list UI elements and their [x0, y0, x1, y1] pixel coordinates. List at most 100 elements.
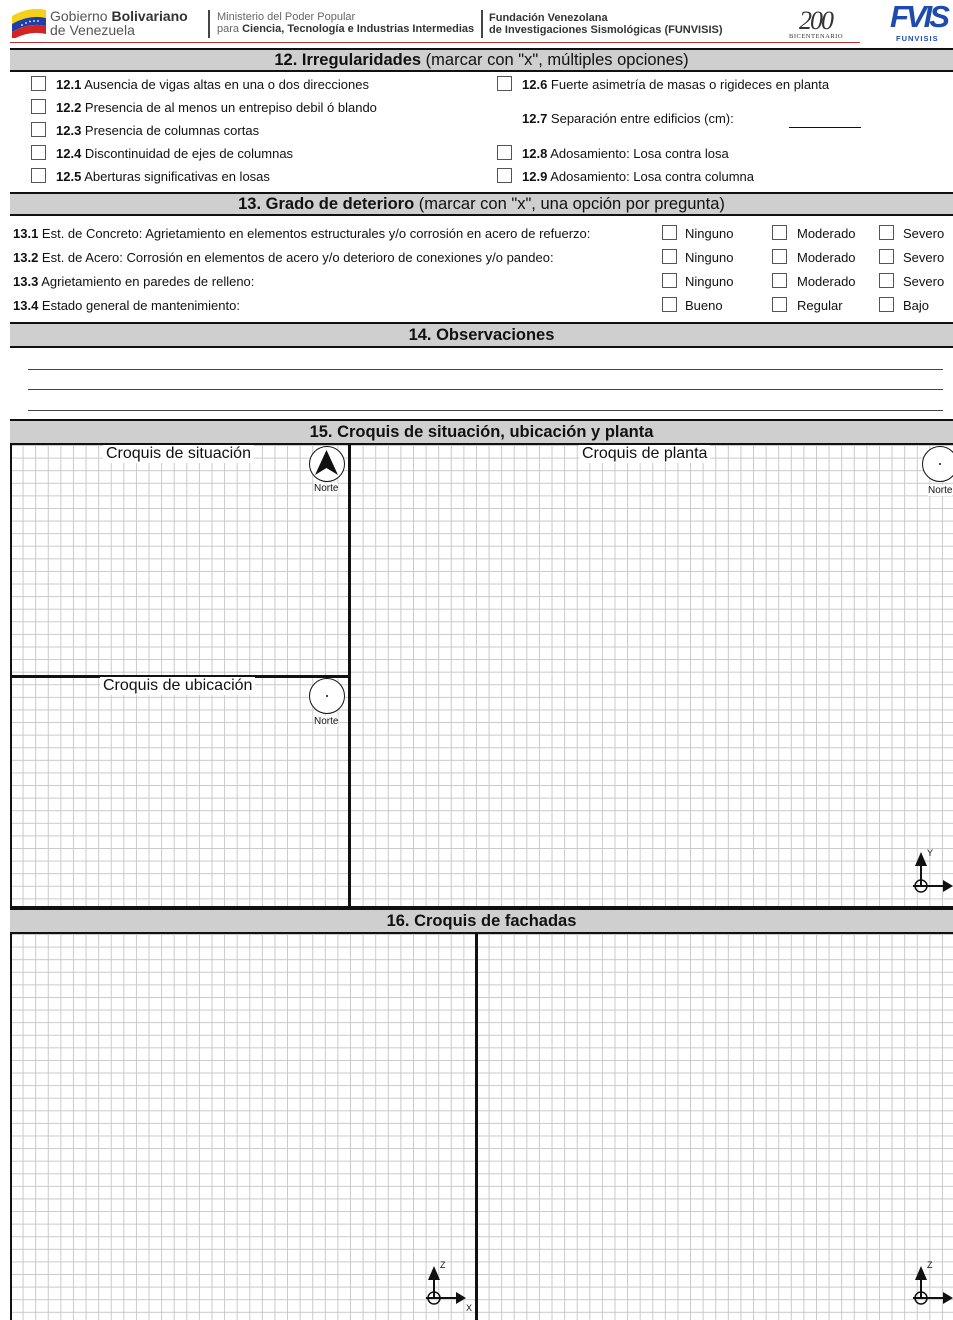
checkbox-12-9[interactable]: [497, 168, 512, 183]
item-12-8-num: 12.8: [522, 146, 548, 161]
checkbox-12-4[interactable]: [31, 145, 46, 160]
north-arrow-icon: [309, 446, 345, 482]
item-12-4-num: 12.4: [56, 146, 82, 161]
row-13-1: 13.1 Est. de Concreto: Agrietamiento en …: [13, 226, 590, 241]
item-12-2-num: 12.2: [56, 100, 82, 115]
bicentenario-label: BICENTENARIO: [789, 33, 844, 40]
checkbox-13-3-opt2[interactable]: [772, 273, 787, 288]
item-12-9-num: 12.9: [522, 169, 548, 184]
observations-line-1[interactable]: [28, 369, 943, 370]
row-13-2-num: 13.2: [13, 250, 39, 265]
checkbox-13-1-opt1[interactable]: [662, 225, 677, 240]
section-16-grid[interactable]: [10, 934, 953, 1320]
checkbox-13-1-opt2[interactable]: [772, 225, 787, 240]
item-12-3-num: 12.3: [56, 123, 82, 138]
checkbox-12-2[interactable]: [31, 99, 46, 114]
funvisis-line1: Fundación Venezolana: [489, 12, 608, 24]
section-12-title-bold: 12. Irregularidades: [274, 51, 422, 69]
checkbox-13-4-opt2[interactable]: [772, 297, 787, 312]
funvisis-logo-mark: FVIS: [890, 0, 950, 34]
ministry-line2-a: para: [217, 23, 243, 35]
row-13-4-opt1-label: Bueno: [685, 298, 723, 313]
checkbox-13-2-opt2[interactable]: [772, 249, 787, 264]
section-15-title: 15. Croquis de situación, ubicación y pl…: [10, 419, 953, 445]
checkbox-12-3[interactable]: [31, 122, 46, 137]
checkbox-13-3-opt3[interactable]: [879, 273, 894, 288]
checkbox-12-5[interactable]: [31, 168, 46, 183]
checkbox-13-3-opt1[interactable]: [662, 273, 677, 288]
row-13-3-num: 13.3: [13, 274, 39, 289]
item-12-5-text: Aberturas significativas en losas: [81, 169, 270, 184]
section-16-divider: [475, 934, 478, 1320]
row-13-2-text: Est. de Acero: Corrosión en elementos de…: [38, 250, 554, 265]
item-12-1-num: 12.1: [56, 77, 82, 92]
row-13-3-opt3-label: Severo: [903, 274, 945, 289]
row-13-4-num: 13.4: [13, 298, 39, 313]
section-12-title: 12. Irregularidades (marcar con "x", múl…: [10, 48, 953, 72]
row-13-4: 13.4 Estado general de mantenimiento:: [13, 298, 240, 313]
row-13-1-opt2-label: Moderado: [797, 226, 856, 241]
item-12-9: 12.9 Adosamiento: Losa contra columna: [522, 169, 754, 184]
section-14-title: 14. Observaciones: [10, 322, 953, 348]
row-13-1-opt1-label: Ninguno: [685, 226, 734, 241]
item-12-4-text: Discontinuidad de ejes de columnas: [81, 146, 294, 161]
section-12-title-rest: (marcar con "x", múltiples opciones): [421, 51, 689, 69]
item-12-4: 12.4 Discontinuidad de ejes de columnas: [56, 146, 293, 161]
item-12-1: 12.1 Ausencia de vigas altas en una o do…: [56, 77, 369, 92]
checkbox-13-2-opt1[interactable]: [662, 249, 677, 264]
bicentenario-number: 200: [799, 6, 834, 35]
bicentenario-logo: 200 BICENTENARIO: [787, 6, 861, 42]
funvisis-logo: FVIS FUNVISIS: [890, 0, 953, 44]
checkbox-13-1-opt3[interactable]: [879, 225, 894, 240]
separation-input-line[interactable]: [789, 127, 861, 128]
header-rule: [10, 42, 860, 43]
row-13-2-opt3-label: Severo: [903, 250, 945, 265]
section-13-title-bold: 13. Grado de deterioro: [238, 195, 415, 213]
item-12-8: 12.8 Adosamiento: Losa contra losa: [522, 146, 729, 161]
item-12-8-text: Adosamiento: Losa contra losa: [547, 146, 729, 161]
item-12-6: 12.6 Fuerte asimetría de masas o rigidec…: [522, 77, 829, 92]
item-12-3-text: Presencia de columnas cortas: [81, 123, 260, 138]
observations-line-3[interactable]: [28, 410, 943, 411]
row-13-4-opt2-label: Regular: [797, 298, 843, 313]
item-12-6-num: 12.6: [522, 77, 548, 92]
venezuela-flag-icon: [12, 8, 46, 38]
checkbox-13-2-opt3[interactable]: [879, 249, 894, 264]
checkbox-12-8[interactable]: [497, 145, 512, 160]
header-divider: [208, 10, 210, 38]
axis-z-label-left: Z: [440, 1260, 446, 1270]
checkbox-12-6[interactable]: [497, 76, 512, 91]
section-16-left-border: [10, 934, 12, 1320]
north-compass-planta-icon: [922, 446, 953, 482]
checkbox-13-4-opt3[interactable]: [879, 297, 894, 312]
north-label-situacion: Norte: [314, 483, 339, 494]
section-16-title: 16. Croquis de fachadas: [10, 908, 953, 934]
item-12-9-text: Adosamiento: Losa contra columna: [547, 169, 754, 184]
axis-y-label: Y: [927, 848, 934, 858]
north-compass-icon: [309, 678, 345, 714]
croquis-situacion-title: Croquis de situación: [103, 445, 254, 463]
row-13-4-text: Estado general de mantenimiento:: [38, 298, 240, 313]
row-13-1-opt3-label: Severo: [903, 226, 945, 241]
gov-name: Gobierno Bolivariano de Venezuela: [50, 9, 188, 37]
row-13-3-opt1-label: Ninguno: [685, 274, 734, 289]
item-12-7: 12.7 Separación entre edificios (cm):: [522, 111, 734, 126]
row-13-3: 13.3 Agrietamiento en paredes de relleno…: [13, 274, 254, 289]
section-13-title-rest: (marcar con "x", una opción por pregunta…: [414, 195, 725, 213]
checkbox-12-1[interactable]: [31, 76, 46, 91]
gov-name-line2: de Venezuela: [50, 22, 135, 38]
row-13-1-num: 13.1: [13, 226, 39, 241]
item-12-1-text: Ausencia de vigas altas en una o dos dir…: [81, 77, 369, 92]
row-13-2-opt2-label: Moderado: [797, 250, 856, 265]
checkbox-13-4-opt1[interactable]: [662, 297, 677, 312]
ministry-line2-b: Ciencia, Tecnología e Industrias Interme…: [242, 23, 475, 35]
croquis-ubicacion-title: Croquis de ubicación: [100, 677, 256, 695]
observations-line-2[interactable]: [28, 389, 943, 390]
ministry-name: Ministerio del Poder Popular para Cienci…: [217, 11, 474, 35]
item-12-6-text: Fuerte asimetría de masas o rigideces en…: [547, 77, 830, 92]
row-13-4-opt3-label: Bajo: [903, 298, 930, 313]
funvisis-logo-sub: FUNVISIS: [896, 34, 939, 43]
item-12-2: 12.2 Presencia de al menos un entrepiso …: [56, 100, 377, 115]
funvisis-line2: de Investigaciones Sismológicas (FUNVISI…: [489, 24, 723, 36]
row-13-1-text: Est. de Concreto: Agrietamiento en eleme…: [38, 226, 591, 241]
